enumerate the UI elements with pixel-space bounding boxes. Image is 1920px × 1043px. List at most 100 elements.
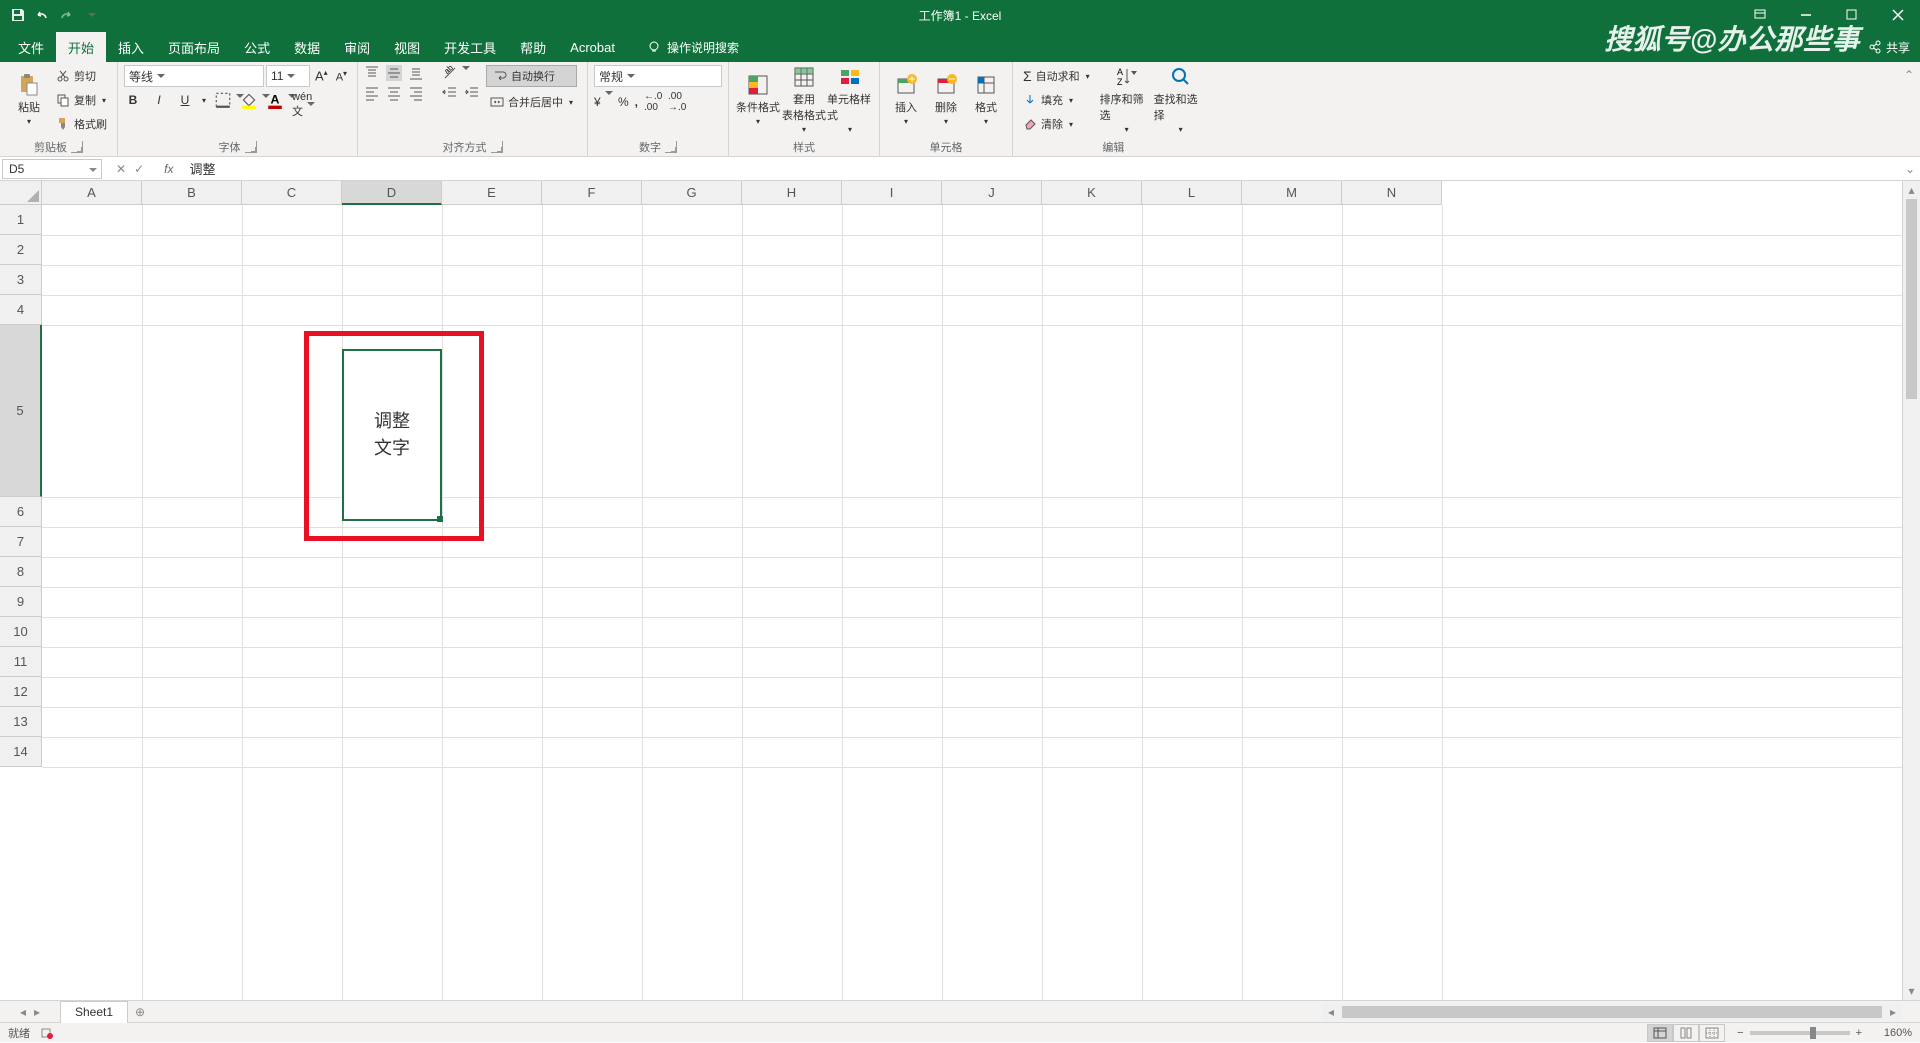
- cancel-formula-icon[interactable]: ✕: [116, 162, 126, 176]
- increase-indent-icon[interactable]: [464, 85, 480, 101]
- delete-cells-button[interactable]: 删除▾: [926, 65, 966, 133]
- row-header-6[interactable]: 6: [0, 497, 42, 527]
- vertical-scrollbar[interactable]: ▴ ▾: [1902, 181, 1920, 1000]
- select-all-corner[interactable]: [0, 181, 42, 205]
- ribbon-options-icon[interactable]: [1738, 1, 1782, 29]
- col-header-D[interactable]: D: [342, 181, 442, 205]
- col-header-N[interactable]: N: [1342, 181, 1442, 205]
- page-break-view-icon[interactable]: [1699, 1024, 1725, 1042]
- col-header-L[interactable]: L: [1142, 181, 1242, 205]
- col-header-H[interactable]: H: [742, 181, 842, 205]
- row-header-3[interactable]: 3: [0, 265, 42, 295]
- col-header-B[interactable]: B: [142, 181, 242, 205]
- tell-me-search[interactable]: 操作说明搜索: [639, 32, 747, 62]
- comma-icon[interactable]: ,: [635, 95, 638, 109]
- maximize-icon[interactable]: [1830, 1, 1874, 29]
- redo-icon[interactable]: [58, 7, 74, 23]
- align-left-icon[interactable]: [364, 85, 380, 101]
- horizontal-scrollbar[interactable]: ◂ ▸: [1322, 1003, 1902, 1021]
- col-header-F[interactable]: F: [542, 181, 642, 205]
- col-header-E[interactable]: E: [442, 181, 542, 205]
- row-header-11[interactable]: 11: [0, 647, 42, 677]
- scroll-left-icon[interactable]: ◂: [1322, 1005, 1340, 1019]
- hscroll-thumb[interactable]: [1342, 1006, 1882, 1018]
- col-header-J[interactable]: J: [942, 181, 1042, 205]
- save-icon[interactable]: [10, 7, 26, 23]
- align-center-icon[interactable]: [386, 85, 402, 101]
- cell-styles-button[interactable]: 单元格样式▾: [827, 65, 873, 133]
- underline-button[interactable]: U: [176, 93, 194, 107]
- formula-input[interactable]: 调整: [181, 159, 1900, 178]
- zoom-out-icon[interactable]: −: [1737, 1027, 1743, 1039]
- row-header-8[interactable]: 8: [0, 557, 42, 587]
- add-sheet-icon[interactable]: ⊕: [128, 1005, 152, 1019]
- decrease-decimal-icon[interactable]: .00→.0: [668, 91, 686, 113]
- autosum-button[interactable]: Σ自动求和▾: [1019, 65, 1094, 87]
- scroll-up-icon[interactable]: ▴: [1903, 181, 1920, 199]
- tab-data[interactable]: 数据: [282, 32, 332, 62]
- format-painter-button[interactable]: 格式刷: [52, 113, 111, 135]
- expand-formula-icon[interactable]: ⌄: [1900, 162, 1920, 176]
- font-size-combo[interactable]: 11: [266, 65, 310, 87]
- normal-view-icon[interactable]: [1647, 1024, 1673, 1042]
- tab-help[interactable]: 帮助: [508, 32, 558, 62]
- tab-page-layout[interactable]: 页面布局: [156, 32, 232, 62]
- row-header-13[interactable]: 13: [0, 707, 42, 737]
- tab-insert[interactable]: 插入: [106, 32, 156, 62]
- merge-center-button[interactable]: 合并后居中▾: [486, 91, 577, 113]
- decrease-font-icon[interactable]: A▾: [333, 69, 350, 84]
- close-icon[interactable]: [1876, 1, 1920, 29]
- minimize-icon[interactable]: [1784, 1, 1828, 29]
- row-header-14[interactable]: 14: [0, 737, 42, 767]
- vscroll-thumb[interactable]: [1906, 199, 1917, 399]
- increase-font-icon[interactable]: A▴: [312, 68, 331, 83]
- zoom-in-icon[interactable]: +: [1856, 1027, 1862, 1039]
- col-header-I[interactable]: I: [842, 181, 942, 205]
- font-color-icon[interactable]: A: [266, 91, 284, 109]
- sheet-tab[interactable]: Sheet1: [60, 1001, 128, 1023]
- border-icon[interactable]: [214, 91, 232, 109]
- number-launcher[interactable]: [665, 141, 677, 153]
- increase-decimal-icon[interactable]: ←.0.00: [644, 91, 662, 113]
- bold-button[interactable]: B: [124, 93, 142, 107]
- name-box[interactable]: D5: [2, 159, 102, 179]
- tab-acrobat[interactable]: Acrobat: [558, 32, 627, 62]
- row-header-1[interactable]: 1: [0, 205, 42, 235]
- align-middle-icon[interactable]: [386, 65, 402, 81]
- find-select-button[interactable]: 查找和选择▾: [1154, 65, 1208, 133]
- row-header-2[interactable]: 2: [0, 235, 42, 265]
- col-header-K[interactable]: K: [1042, 181, 1142, 205]
- row-header-7[interactable]: 7: [0, 527, 42, 557]
- row-header-10[interactable]: 10: [0, 617, 42, 647]
- qat-customize-icon[interactable]: [82, 7, 98, 23]
- phonetic-icon[interactable]: wén文: [292, 91, 310, 109]
- zoom-slider[interactable]: [1750, 1031, 1850, 1035]
- enter-formula-icon[interactable]: ✓: [134, 162, 144, 176]
- tab-file[interactable]: 文件: [6, 32, 56, 62]
- font-name-combo[interactable]: 等线: [124, 65, 264, 87]
- row-header-5[interactable]: 5: [0, 325, 42, 497]
- number-format-combo[interactable]: 常规: [594, 65, 722, 87]
- tab-view[interactable]: 视图: [382, 32, 432, 62]
- share-button[interactable]: 共享: [1868, 32, 1910, 62]
- zoom-level[interactable]: 160%: [1868, 1027, 1912, 1039]
- copy-button[interactable]: 复制▾: [52, 89, 111, 111]
- col-header-M[interactable]: M: [1242, 181, 1342, 205]
- scroll-right-icon[interactable]: ▸: [1884, 1005, 1902, 1019]
- align-top-icon[interactable]: [364, 65, 380, 81]
- decrease-indent-icon[interactable]: [442, 85, 458, 101]
- row-header-9[interactable]: 9: [0, 587, 42, 617]
- scroll-down-icon[interactable]: ▾: [1903, 982, 1920, 1000]
- cut-button[interactable]: 剪切: [52, 65, 111, 87]
- row-header-12[interactable]: 12: [0, 677, 42, 707]
- align-bottom-icon[interactable]: [408, 65, 424, 81]
- active-cell[interactable]: 调整 文字: [342, 349, 442, 521]
- align-launcher[interactable]: [491, 141, 503, 153]
- paste-button[interactable]: 粘贴 ▾: [6, 65, 52, 133]
- tab-review[interactable]: 审阅: [332, 32, 382, 62]
- collapse-ribbon-icon[interactable]: ⌃: [1904, 68, 1914, 82]
- tab-home[interactable]: 开始: [56, 32, 106, 62]
- align-right-icon[interactable]: [408, 85, 424, 101]
- tab-formulas[interactable]: 公式: [232, 32, 282, 62]
- fill-button[interactable]: 填充▾: [1019, 89, 1094, 111]
